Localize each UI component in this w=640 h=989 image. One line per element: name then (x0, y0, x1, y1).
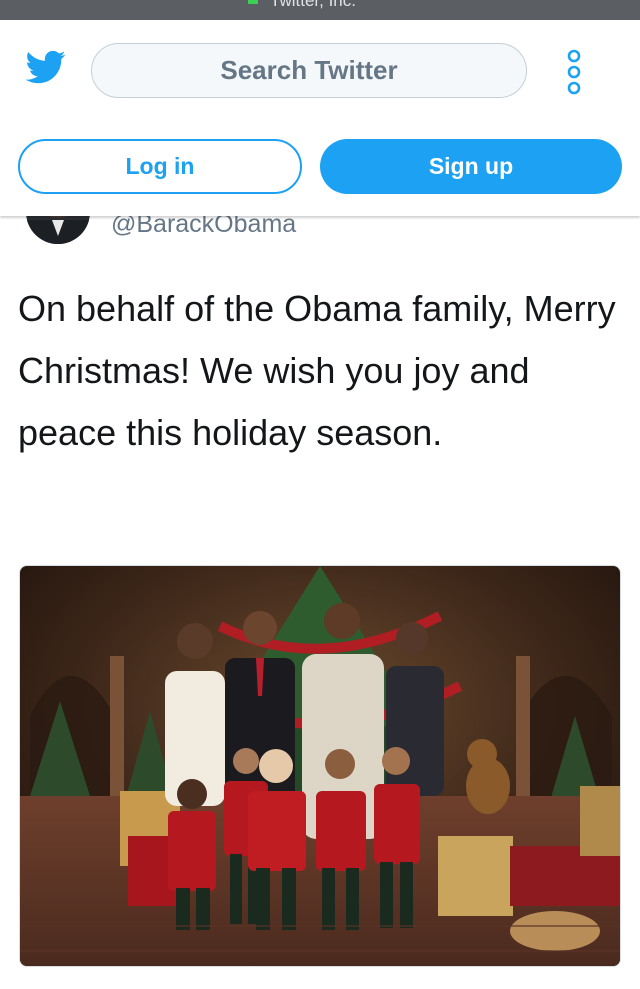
top-header: Search Twitter Log in Sign up (0, 20, 640, 216)
browser-address-bar: Twitter, Inc. (0, 0, 640, 20)
browser-domain-text: Twitter, Inc. (270, 0, 356, 10)
lock-icon (248, 0, 258, 4)
signup-button[interactable]: Sign up (320, 139, 622, 194)
tweet-photo[interactable] (19, 565, 621, 967)
family-photo-image (20, 566, 620, 966)
search-placeholder: Search Twitter (220, 55, 398, 85)
tweet-text: On behalf of the Obama family, Merry Chr… (18, 288, 616, 453)
search-input[interactable]: Search Twitter (91, 43, 527, 98)
twitter-bird-icon[interactable] (22, 47, 70, 87)
more-options-icon[interactable] (566, 48, 582, 96)
login-button[interactable]: Log in (18, 139, 302, 194)
